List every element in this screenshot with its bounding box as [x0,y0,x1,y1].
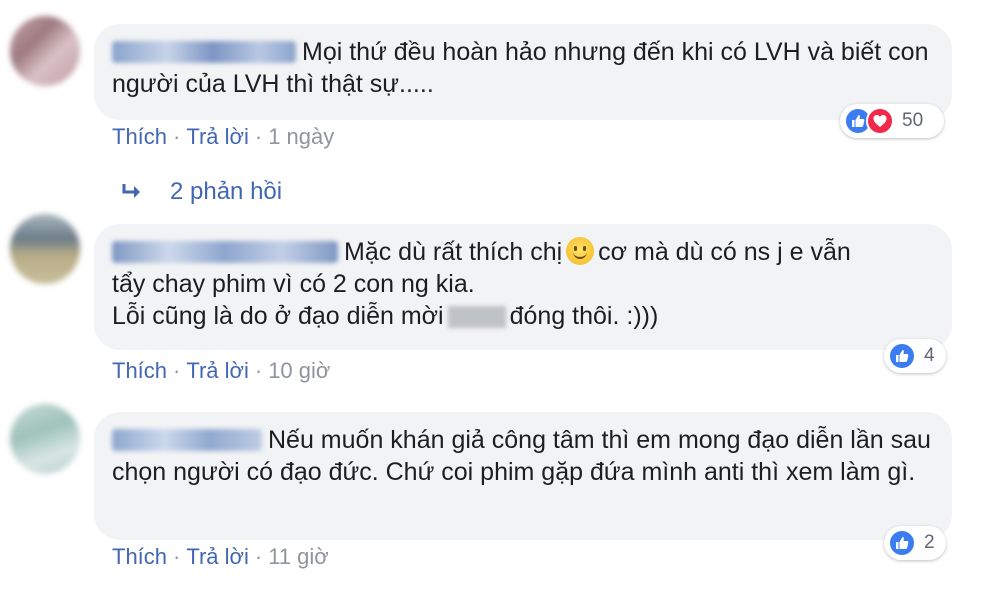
reply-link[interactable]: Trả lời [186,358,249,383]
separator-dot: · [254,358,263,383]
replies-count-label: 2 phản hồi [170,178,283,205]
separator-dot: · [173,124,181,149]
comment-actions: Thích · Trả lời · 11 giờ [112,544,329,570]
reply-link[interactable]: Trả lời [186,124,249,149]
commenter-name-blurred[interactable] [112,429,262,451]
comment-bubble: Nếu muốn khán giả công tâm thì em mong đ… [94,412,952,540]
comment-bubble: Mọi thứ đều hoàn hảo nhưng đến khi có LV… [94,24,952,120]
avatar[interactable] [10,404,80,474]
comment-text-part: tẩy chay phim vì có 2 con ng kia. [112,270,475,298]
view-replies-link[interactable]: 2 phản hồi [120,178,282,206]
commenter-name-blurred[interactable] [112,41,296,63]
reply-link[interactable]: Trả lời [186,544,249,569]
reaction-summary[interactable]: 4 [884,339,946,373]
commenter-name-blurred[interactable] [112,241,338,263]
separator-dot: · [173,544,181,569]
comment-text-part: Mặc dù rất thích chị [344,238,563,266]
reaction-count: 4 [924,345,935,366]
comment-timestamp[interactable]: 1 ngày [268,124,334,149]
smiley-emoji-icon [566,237,595,265]
avatar[interactable] [10,214,80,284]
comment-text-part: cơ mà dù có ns j e vẫn [598,238,851,266]
comment-text-part: Lỗi cũng là do ở đạo diễn mời [112,302,444,330]
comment-timestamp[interactable]: 10 giờ [268,358,330,383]
reaction-count: 2 [924,532,935,553]
comment-text-part: đóng thôi. :))) [509,302,659,330]
reaction-count: 50 [902,110,924,131]
comment-timestamp[interactable]: 11 giờ [268,544,329,569]
reaction-summary[interactable]: 2 [884,526,946,560]
separator-dot: · [254,544,263,569]
reply-arrow-icon [120,182,146,202]
thumbs-up-icon [888,529,916,557]
like-link[interactable]: Thích [112,124,167,149]
comment-actions: Thích · Trả lời · 1 ngày [112,124,334,150]
thumbs-up-icon [888,342,916,370]
separator-dot: · [173,358,181,383]
like-link[interactable]: Thích [112,358,167,383]
separator-dot: · [254,124,263,149]
like-link[interactable]: Thích [112,544,167,569]
heart-icon [866,107,894,135]
comment-bubble: Mặc dù rất thích chị cơ mà dù có ns j e v… [94,224,952,350]
comment-actions: Thích · Trả lời · 10 giờ [112,358,330,384]
reaction-summary[interactable]: 50 [840,104,944,138]
avatar[interactable] [10,16,80,86]
censored-name [447,306,506,328]
